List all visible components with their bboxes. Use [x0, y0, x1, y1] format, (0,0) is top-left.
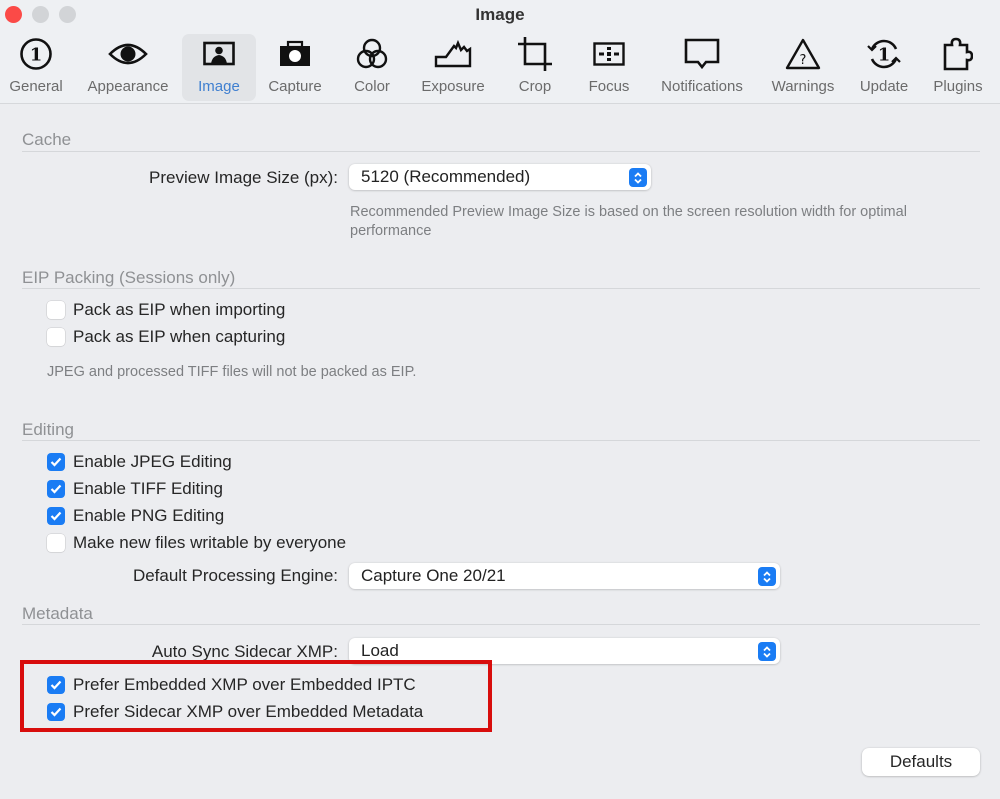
histogram-icon — [434, 34, 472, 74]
tab-label: Plugins — [933, 78, 983, 95]
checkbox-label: Make new files writable by everyone — [73, 533, 347, 552]
preview-size-select[interactable]: 5120 (Recommended) — [349, 164, 651, 190]
tab-label: Crop — [518, 78, 552, 95]
prefer-embedded-xmp-checkbox[interactable]: Prefer Embedded XMP over Embedded IPTC — [47, 675, 416, 695]
tab-image[interactable]: Image — [182, 34, 256, 101]
section-title-metadata: Metadata — [22, 604, 93, 623]
checkbox-label: Enable JPEG Editing — [73, 452, 232, 471]
section-divider — [22, 288, 980, 289]
eip-hint: JPEG and processed TIFF files will not b… — [47, 364, 417, 380]
checkbox[interactable] — [47, 301, 65, 319]
preview-size-value: 5120 (Recommended) — [361, 167, 531, 186]
auto-sync-xmp-value: Load — [361, 641, 399, 660]
pack-eip-capturing-checkbox[interactable]: Pack as EIP when capturing — [47, 327, 285, 347]
section-title-eip: EIP Packing (Sessions only) — [22, 268, 236, 287]
pack-eip-importing-checkbox[interactable]: Pack as EIP when importing — [47, 300, 285, 320]
svg-text:1: 1 — [30, 45, 43, 66]
section-divider — [22, 440, 980, 441]
checkbox-label: Prefer Sidecar XMP over Embedded Metadat… — [73, 702, 424, 721]
section-divider — [22, 624, 980, 625]
writable-by-everyone-checkbox[interactable]: Make new files writable by everyone — [47, 533, 346, 553]
tab-label: Notifications — [661, 78, 743, 95]
tab-plugins[interactable]: Plugins — [928, 34, 988, 101]
tab-label: Exposure — [421, 78, 485, 95]
processing-engine-label: Default Processing Engine: — [132, 566, 338, 585]
focus-icon — [593, 34, 625, 74]
checkbox-label: Prefer Embedded XMP over Embedded IPTC — [73, 675, 416, 694]
tab-update[interactable]: 1 Update — [854, 34, 914, 101]
tab-crop[interactable]: Crop — [510, 34, 560, 101]
window-titlebar: Image 1 General Appearance Image Capture… — [0, 0, 1000, 104]
crop-icon — [517, 34, 553, 74]
tab-color[interactable]: Color — [346, 34, 398, 101]
tab-label: Image — [198, 78, 240, 95]
warning-triangle-icon: ? — [785, 34, 821, 74]
section-divider — [22, 151, 980, 152]
auto-sync-xmp-label: Auto Sync Sidecar XMP: — [151, 642, 338, 661]
enable-tiff-editing-checkbox[interactable]: Enable TIFF Editing — [47, 479, 223, 499]
auto-sync-xmp-select[interactable]: Load — [349, 638, 780, 664]
update-icon: 1 — [867, 34, 901, 74]
up-down-chevron-icon — [758, 642, 776, 661]
puzzle-piece-icon — [943, 34, 973, 74]
tab-label: Warnings — [771, 78, 835, 95]
tab-warnings[interactable]: ? Warnings — [766, 34, 840, 101]
tab-capture[interactable]: Capture — [262, 34, 328, 101]
tab-label: Update — [859, 78, 909, 95]
color-circles-icon — [355, 34, 389, 74]
preview-size-label: Preview Image Size (px): — [149, 168, 338, 187]
up-down-chevron-icon — [629, 168, 647, 187]
enable-png-editing-checkbox[interactable]: Enable PNG Editing — [47, 506, 224, 526]
enable-jpeg-editing-checkbox[interactable]: Enable JPEG Editing — [47, 452, 232, 472]
checkbox[interactable] — [47, 328, 65, 346]
tab-label: Focus — [588, 78, 630, 95]
camera-icon — [279, 34, 311, 74]
tab-general[interactable]: 1 General — [2, 34, 70, 101]
tab-label: Color — [354, 78, 390, 95]
preview-size-hint: Recommended Preview Image Size is based … — [350, 204, 907, 239]
tab-exposure[interactable]: Exposure — [416, 34, 490, 101]
checkbox-label: Enable PNG Editing — [73, 506, 225, 525]
processing-engine-select[interactable]: Capture One 20/21 — [349, 563, 780, 589]
checkmark-icon[interactable] — [47, 507, 65, 525]
eye-icon — [108, 34, 148, 74]
tab-appearance[interactable]: Appearance — [82, 34, 174, 101]
section-title-cache: Cache — [22, 130, 72, 149]
checkmark-icon[interactable] — [47, 676, 65, 694]
processing-engine-value: Capture One 20/21 — [361, 566, 506, 585]
tab-label: Appearance — [87, 78, 169, 95]
general-icon: 1 — [19, 34, 53, 74]
checkbox[interactable] — [47, 534, 65, 552]
checkbox-label: Pack as EIP when importing — [73, 300, 286, 319]
checkbox-label: Enable TIFF Editing — [73, 479, 223, 498]
tab-notifications[interactable]: Notifications — [654, 34, 750, 101]
speech-bubble-icon — [684, 34, 720, 74]
checkbox-label: Pack as EIP when capturing — [73, 327, 286, 346]
prefer-sidecar-xmp-checkbox[interactable]: Prefer Sidecar XMP over Embedded Metadat… — [47, 702, 423, 722]
tab-label: Capture — [268, 78, 322, 95]
checkmark-icon[interactable] — [47, 703, 65, 721]
tab-label: General — [9, 78, 63, 95]
up-down-chevron-icon — [758, 567, 776, 586]
portrait-image-icon — [203, 34, 235, 74]
window-title: Image — [475, 5, 525, 24]
svg-text:1: 1 — [878, 45, 891, 66]
checkmark-icon[interactable] — [47, 480, 65, 498]
tab-focus[interactable]: Focus — [582, 34, 636, 101]
section-title-editing: Editing — [22, 420, 74, 439]
svg-text:?: ? — [800, 53, 807, 68]
checkmark-icon[interactable] — [47, 453, 65, 471]
defaults-button[interactable]: Defaults — [862, 748, 980, 776]
